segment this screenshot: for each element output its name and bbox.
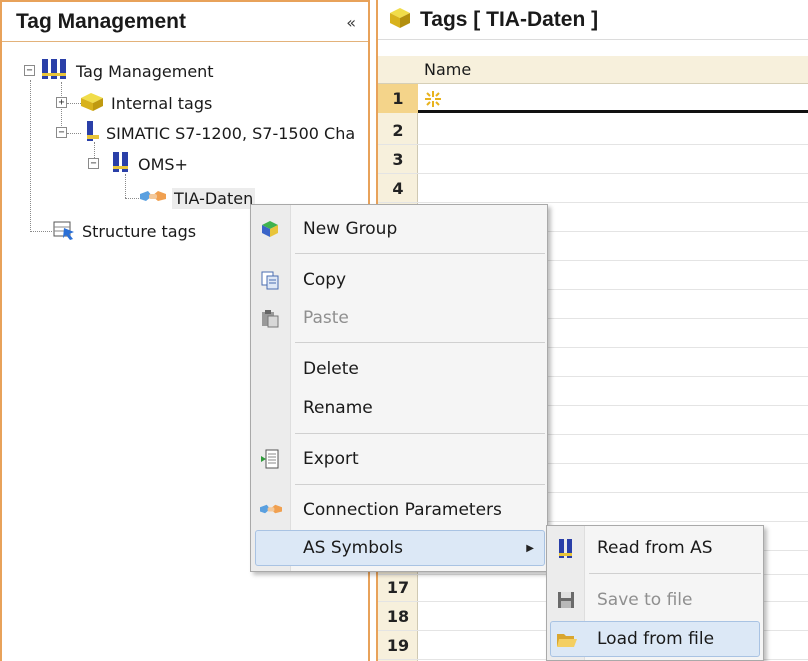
column-header-name[interactable]: Name (424, 60, 471, 79)
row-number[interactable]: 19 (378, 631, 418, 660)
menu-label: Copy (303, 270, 347, 290)
tags-title: Tags [ TIA-Daten ] (420, 7, 599, 31)
row-number[interactable]: 1 (378, 84, 418, 113)
collapse-toggle[interactable]: − (24, 65, 35, 76)
row-number[interactable]: 2 (378, 116, 418, 145)
expand-toggle[interactable]: + (56, 97, 67, 108)
submenu-arrow-icon: ▶ (526, 542, 534, 554)
table-row[interactable]: 3 (378, 145, 808, 174)
menu-label: Export (303, 449, 359, 469)
menu-item-paste[interactable]: Paste (252, 300, 546, 336)
menu-label: Delete (303, 359, 359, 379)
menu-separator (295, 433, 545, 434)
tree-line (30, 231, 52, 232)
collapse-toggle[interactable]: − (56, 127, 67, 138)
tree-line (67, 133, 81, 134)
tree-item-tag-management[interactable]: Tag Management (40, 59, 214, 83)
menu-item-delete[interactable]: Delete (252, 351, 546, 387)
row-number[interactable]: 4 (378, 174, 418, 203)
grid-header: Name (378, 56, 808, 84)
oms-icon (110, 151, 132, 177)
menu-label: New Group (303, 219, 398, 239)
handshake-icon (140, 186, 166, 210)
tags-cube-icon (388, 6, 412, 34)
menu-separator (295, 342, 545, 343)
menu-label: Save to file (597, 590, 693, 610)
handshake-icon (260, 500, 282, 520)
table-row[interactable]: 2 (378, 116, 808, 145)
tree-item-structure-tags[interactable]: Structure tags (52, 219, 196, 243)
tree-label: Tag Management (76, 61, 214, 81)
tree-item-internal-tags[interactable]: Internal tags (79, 91, 212, 115)
menu-item-read-from-as[interactable]: Read from AS (548, 530, 762, 566)
menu-item-rename[interactable]: Rename (252, 390, 546, 426)
menu-separator (589, 573, 761, 574)
collapse-toggle[interactable]: − (88, 158, 99, 169)
save-disk-icon (556, 590, 576, 610)
context-menu: New Group Copy Paste Delete Rename Expor… (250, 204, 548, 572)
tree-label: Structure tags (82, 221, 197, 241)
paste-icon (260, 308, 280, 328)
menu-separator (295, 484, 545, 485)
menu-item-load-from-file[interactable]: Load from file (550, 621, 760, 657)
export-icon (260, 449, 280, 469)
connection-icon (82, 120, 100, 146)
tree-item-simatic-connection[interactable]: SIMATIC S7-1200, S7-1500 Cha (82, 121, 355, 145)
menu-label: Rename (303, 398, 373, 418)
copy-icon (260, 270, 280, 290)
menu-item-export[interactable]: Export (252, 441, 546, 477)
menu-label: Read from AS (597, 538, 713, 558)
tag-management-icon (40, 58, 70, 84)
menu-item-as-symbols[interactable]: AS Symbols ▶ (255, 530, 545, 566)
menu-item-copy[interactable]: Copy (252, 262, 546, 298)
tree-item-oms[interactable]: OMS+ (110, 152, 188, 176)
row-number[interactable]: 17 (378, 573, 418, 602)
menu-item-save-to-file[interactable]: Save to file (548, 582, 762, 618)
menu-label: Paste (303, 308, 349, 328)
tree-line (125, 198, 141, 199)
table-row[interactable]: 1 (378, 84, 808, 113)
tree-label: OMS+ (138, 154, 188, 174)
table-row[interactable]: 4 (378, 174, 808, 203)
tree-line (30, 80, 31, 232)
internal-tags-icon (79, 90, 105, 116)
row-number[interactable]: 3 (378, 145, 418, 174)
row-number[interactable]: 18 (378, 602, 418, 631)
menu-label: Load from file (597, 629, 715, 649)
menu-separator (295, 253, 545, 254)
menu-label: Connection Parameters (303, 500, 502, 520)
tree-label: SIMATIC S7-1200, S7-1500 Cha (106, 123, 356, 143)
tree-line (125, 174, 126, 198)
open-folder-icon (556, 630, 577, 650)
as-symbols-submenu: Read from AS Save to file Load from file (546, 525, 764, 661)
new-group-icon (260, 219, 280, 239)
collapse-panel-button[interactable]: « (346, 13, 356, 32)
menu-item-new-group[interactable]: New Group (252, 211, 546, 247)
structure-tags-icon (52, 218, 76, 244)
new-row-star-icon (424, 90, 442, 112)
tree-label: TIA-Daten (172, 187, 256, 209)
panel-title: Tag Management (16, 9, 186, 33)
tag-management-header: Tag Management « (2, 2, 368, 42)
read-from-as-icon (556, 538, 576, 558)
tags-header: Tags [ TIA-Daten ] (378, 0, 808, 40)
menu-item-connection-parameters[interactable]: Connection Parameters (252, 492, 546, 528)
menu-label: AS Symbols (303, 538, 404, 558)
tree-item-tia-daten[interactable]: TIA-Daten (140, 186, 256, 210)
tree-label: Internal tags (111, 93, 213, 113)
